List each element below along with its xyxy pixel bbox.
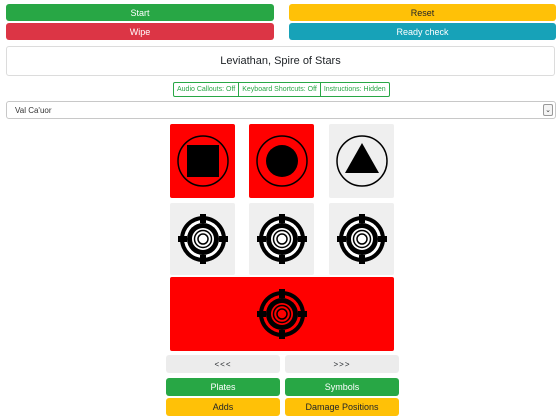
plate-target-icon [336,214,387,264]
triangle-in-circle-icon [335,135,388,187]
audio-callouts-toggle[interactable]: Audio Callouts: Off [174,83,240,96]
ready-check-button[interactable]: Ready check [289,23,556,40]
encounter-selected-value: Val Ca'uor [15,105,52,115]
instructions-toggle[interactable]: Instructions: Hidden [321,83,389,96]
plate-target-icon [257,289,307,339]
keyboard-shortcuts-toggle[interactable]: Keyboard Shortcuts: Off [239,83,321,96]
plate-tile-left[interactable] [170,203,235,275]
encounter-select[interactable]: Val Ca'uor ⌄ [6,101,556,119]
reset-button[interactable]: Reset [289,4,556,21]
symbol-tile-circle[interactable] [249,124,314,198]
plate-tile-bottom[interactable] [170,277,394,351]
next-button[interactable]: >>> [285,355,399,373]
page-title: Leviathan, Spire of Stars [6,46,555,76]
plate-tile-right[interactable] [329,203,394,275]
plates-button[interactable]: Plates [166,378,280,396]
wipe-button[interactable]: Wipe [6,23,274,40]
symbol-tile-square[interactable] [170,124,235,198]
symbol-tile-triangle[interactable] [329,124,394,198]
plate-target-icon [177,214,228,264]
circle-in-circle-icon [255,135,308,187]
previous-button[interactable]: <<< [166,355,280,373]
square-in-circle-icon [176,135,229,187]
plate-tile-middle[interactable] [249,203,314,275]
symbols-button[interactable]: Symbols [285,378,399,396]
damage-positions-button[interactable]: Damage Positions [285,398,399,416]
start-button[interactable]: Start [6,4,274,21]
settings-toggle-group: Audio Callouts: Off Keyboard Shortcuts: … [173,82,390,97]
adds-button[interactable]: Adds [166,398,280,416]
chevron-down-icon[interactable]: ⌄ [543,104,553,116]
plate-target-icon [256,214,307,264]
